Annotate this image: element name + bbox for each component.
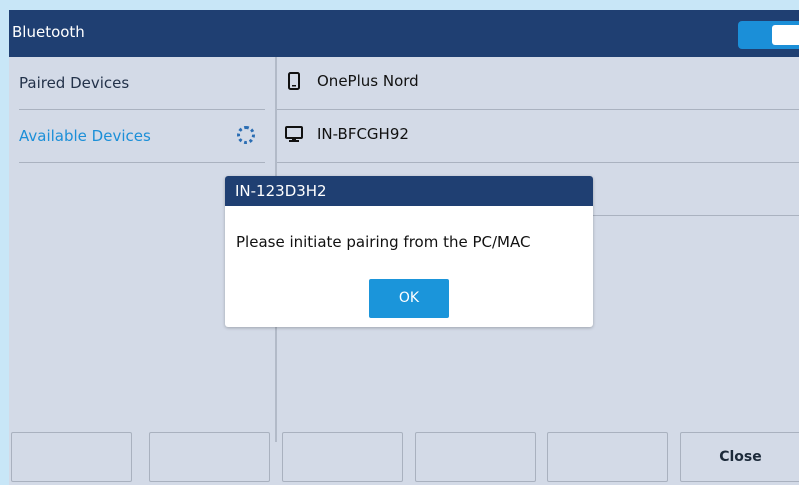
phone-icon xyxy=(285,72,303,90)
close-button[interactable]: Close xyxy=(680,432,799,482)
sidebar-item-label: Available Devices xyxy=(19,127,151,145)
sidebar-item-paired-devices[interactable]: Paired Devices xyxy=(19,57,265,110)
softkey-2[interactable] xyxy=(149,432,270,482)
dialog-message: Please initiate pairing from the PC/MAC xyxy=(236,233,531,251)
softkey-5[interactable] xyxy=(547,432,668,482)
device-row[interactable]: IN-BFCGH92 xyxy=(277,110,799,163)
title-bar: Bluetooth xyxy=(9,10,799,57)
loading-spinner-icon xyxy=(237,126,255,144)
device-name: IN-BFCGH92 xyxy=(317,125,409,143)
softkey-4[interactable] xyxy=(415,432,536,482)
pairing-dialog: IN-123D3H2 Please initiate pairing from … xyxy=(225,176,593,327)
bluetooth-toggle[interactable] xyxy=(738,21,799,49)
sidebar-item-available-devices[interactable]: Available Devices xyxy=(19,110,265,163)
ok-button[interactable]: OK xyxy=(369,279,449,318)
softkey-1[interactable] xyxy=(11,432,132,482)
ok-button-label: OK xyxy=(398,290,420,306)
computer-icon xyxy=(285,125,303,143)
device-name: OnePlus Nord xyxy=(317,72,419,90)
dialog-title: IN-123D3H2 xyxy=(235,182,327,200)
toggle-knob xyxy=(772,25,799,45)
softkey-bar: Close xyxy=(9,432,799,485)
page-title: Bluetooth xyxy=(12,23,85,41)
bluetooth-screen: Bluetooth Paired Devices Available Devic… xyxy=(9,10,799,485)
device-row[interactable]: OnePlus Nord xyxy=(277,57,799,110)
close-button-label: Close xyxy=(719,449,762,465)
sidebar-item-label: Paired Devices xyxy=(19,74,130,92)
softkey-3[interactable] xyxy=(282,432,403,482)
dialog-header: IN-123D3H2 xyxy=(225,176,593,206)
